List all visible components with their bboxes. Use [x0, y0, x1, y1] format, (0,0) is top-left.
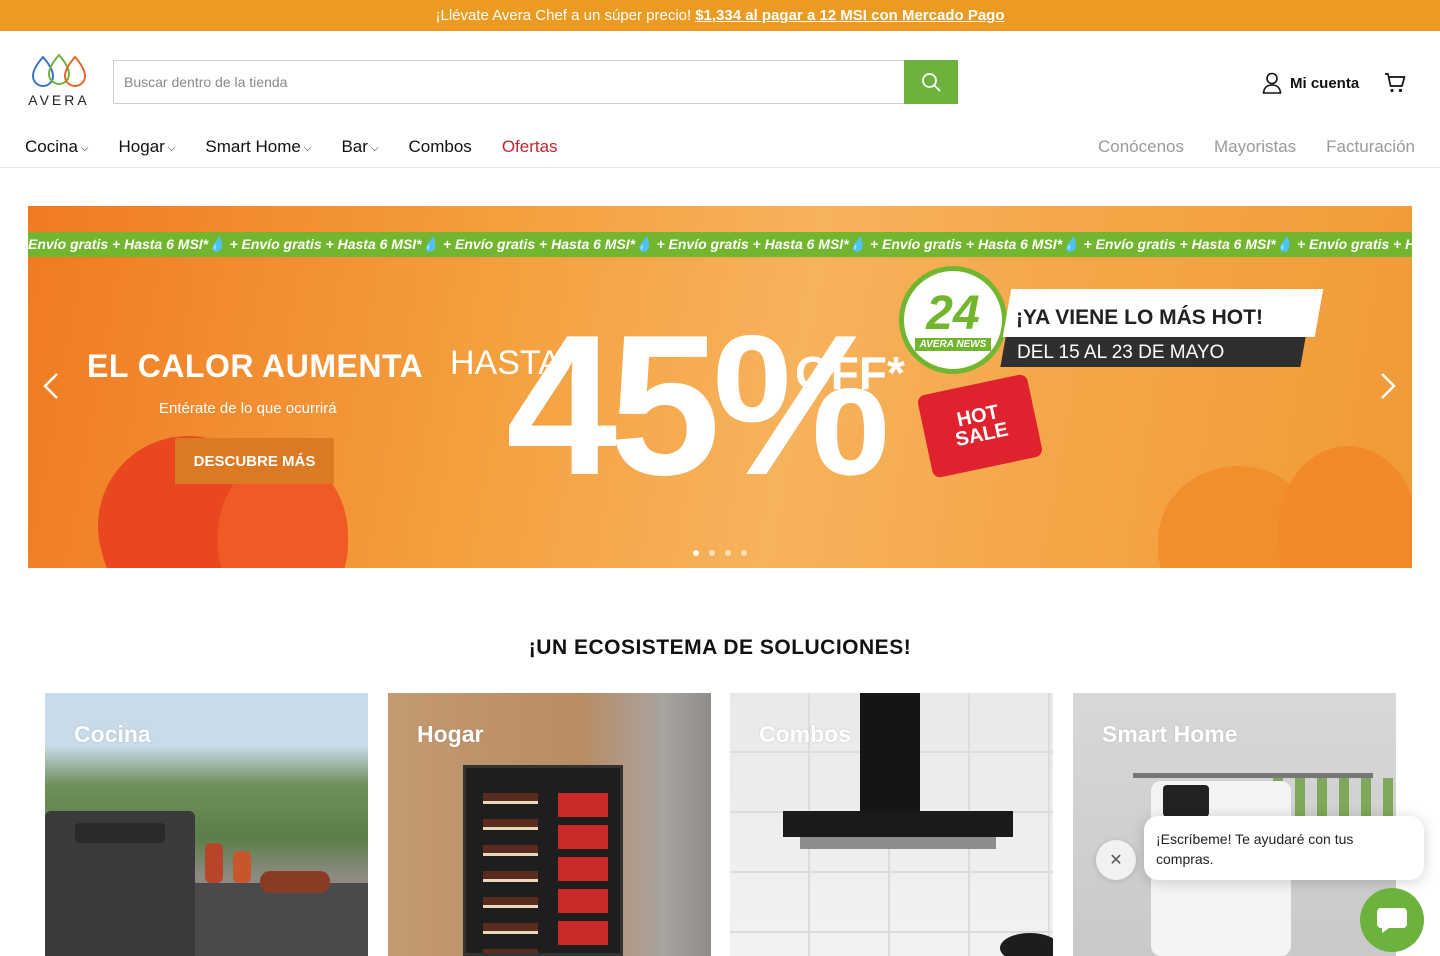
nav-link-facturacion[interactable]: Facturación [1326, 137, 1415, 157]
nav-item-combos[interactable]: Combos [409, 137, 472, 157]
announcement-link[interactable]: $1,334 al pagar a 12 MSI con Mercado Pag… [695, 7, 1004, 24]
category-card-combos[interactable]: Combos [730, 693, 1053, 956]
slider-dot[interactable] [709, 550, 715, 556]
hero-percent: 45% [506, 294, 890, 517]
slider-prev-button[interactable] [42, 372, 60, 405]
cart-button[interactable] [1384, 72, 1406, 99]
wine-bottles [483, 793, 538, 953]
badge-label: AVERA NEWS [914, 337, 992, 351]
category-card-cocina[interactable]: Cocina [45, 693, 368, 956]
category-card-hogar[interactable]: Hogar [388, 693, 711, 956]
account-label: Mi cuenta [1290, 74, 1360, 92]
soda-cans [558, 793, 608, 953]
search-icon [922, 73, 941, 92]
section-title: ¡UN ECOSISTEMA DE SOLUCIONES! [528, 636, 912, 659]
nav-item-ofertas[interactable]: Ofertas [502, 137, 558, 157]
chevron-left-icon [43, 373, 58, 399]
food-plate [260, 871, 330, 893]
main-nav: Cocina ⌵ Hogar ⌵ Smart Home ⌵ Bar ⌵ Combos O… [25, 137, 588, 157]
hero-heading: EL CALOR AUMENTA [87, 348, 424, 384]
nav-item-smart-home[interactable]: Smart Home ⌵ [205, 137, 311, 157]
logo-drops-icon [31, 53, 87, 87]
pan [1000, 933, 1053, 956]
cart-icon [1385, 73, 1406, 93]
nav-item-cocina[interactable]: Cocina ⌵ [25, 137, 89, 157]
chevron-down-icon: ⌵ [303, 143, 312, 154]
dispenser-display [1163, 785, 1209, 817]
badge-number: 24 [926, 286, 980, 340]
slider-dot[interactable] [725, 550, 731, 556]
announcement-bar: ¡Llévate Avera Chef a un súper precio! $… [0, 0, 1440, 31]
grill-side-table [195, 883, 368, 956]
chat-message-bubble[interactable]: ¡Escríbeme! Te ayudaré con tus compras. [1144, 816, 1424, 880]
nav-item-hogar[interactable]: Hogar ⌵ [119, 137, 176, 157]
search-bar [113, 60, 958, 104]
category-card-title: Combos [759, 721, 851, 747]
slider-dots [693, 550, 747, 556]
chevron-down-icon: ⌵ [80, 143, 89, 154]
banner-bottom-text: DEL 15 AL 23 DE MAYO [1017, 342, 1225, 363]
chevron-down-icon: ⌵ [167, 143, 176, 154]
sauce-bottle [233, 851, 251, 883]
nav-link-conocenos[interactable]: Conócenos [1098, 137, 1184, 157]
secondary-nav: Conócenos Mayoristas Facturación [1098, 137, 1415, 157]
discover-more-button[interactable]: DESCUBRE MÁS [175, 438, 334, 484]
site-header: AVERA Mi cuenta Cocina⌵ Hogar⌵ [0, 31, 1440, 168]
category-card-title: Hogar [417, 721, 484, 747]
sauce-bottle [205, 843, 223, 883]
close-icon: ✕ [1109, 852, 1123, 869]
logo-text: AVERA [28, 92, 90, 108]
chat-icon [1377, 908, 1407, 933]
promo-ticker: Envío gratis + Hasta 6 MSI*💧 + Envío gra… [28, 232, 1412, 257]
hero-subheading: Entérate de lo que ocurrirá [159, 400, 337, 417]
hero-slider[interactable]: Envío gratis + Hasta 6 MSI*💧 + Envío gra… [28, 206, 1412, 568]
chevron-down-icon: ⌵ [370, 143, 379, 154]
category-card-title: Smart Home [1102, 721, 1238, 747]
nav-link-mayoristas[interactable]: Mayoristas [1214, 137, 1296, 157]
slider-dot[interactable] [741, 550, 747, 556]
user-icon [1262, 72, 1282, 94]
hero-off: OFF* [795, 347, 905, 399]
hood-chimney [860, 693, 920, 815]
slider-next-button[interactable] [1379, 372, 1397, 405]
search-button[interactable] [904, 60, 958, 104]
nav-item-bar[interactable]: Bar ⌵ [341, 137, 378, 157]
announcement-text: ¡Llévate Avera Chef a un súper precio! [435, 7, 692, 24]
logo[interactable]: AVERA [27, 53, 91, 108]
grill-lid [75, 823, 165, 843]
flame-decoration [1278, 446, 1412, 568]
avera-news-badge: 24 AVERA NEWS [899, 266, 1007, 374]
banner-top-text: ¡YA VIENE LO MÁS HOT! [1016, 306, 1263, 329]
search-input[interactable] [113, 60, 904, 104]
category-card-title: Cocina [74, 721, 151, 747]
chat-dismiss-button[interactable]: ✕ [1096, 840, 1136, 880]
range-hood-image [783, 811, 1013, 837]
chat-launcher-button[interactable] [1360, 888, 1424, 952]
slider-dot[interactable] [693, 550, 699, 556]
account-link[interactable]: Mi cuenta [1262, 72, 1359, 94]
hot-sale-tag: HOT SALE [916, 373, 1044, 479]
hood-filter [800, 837, 996, 849]
chevron-right-icon [1381, 373, 1396, 399]
